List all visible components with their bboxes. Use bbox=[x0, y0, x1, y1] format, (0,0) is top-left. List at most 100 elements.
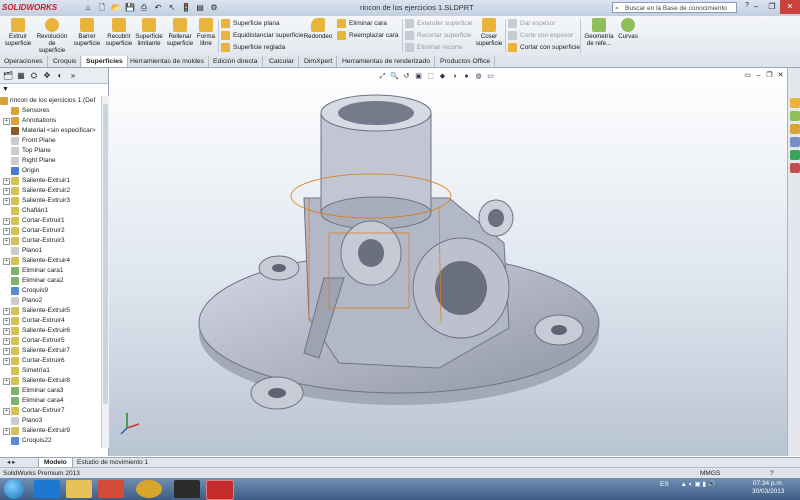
tree-item[interactable]: Right Plane bbox=[0, 156, 100, 166]
edit-appearance-icon[interactable]: ● bbox=[462, 72, 471, 81]
design-library-icon[interactable] bbox=[789, 111, 800, 121]
tree-item[interactable]: + Saliente-Extruir5 bbox=[0, 306, 100, 316]
tree-item[interactable]: Plano2 bbox=[0, 296, 100, 306]
superficie-limitante-button[interactable]: Superficie limitante bbox=[134, 18, 164, 47]
clock[interactable]: 07:34 p.m. 30/03/2013 bbox=[752, 480, 785, 496]
tree-item[interactable]: Croquis9 bbox=[0, 286, 100, 296]
tree-item[interactable]: + Saliente-Extruir8 bbox=[0, 376, 100, 386]
minimize-icon[interactable]: – bbox=[748, 0, 764, 14]
cortar-con-superficie-button[interactable]: Cortar con superficie bbox=[508, 42, 580, 53]
tree-item[interactable]: Croquis22 bbox=[0, 436, 100, 446]
graphics-area[interactable] bbox=[109, 68, 787, 456]
tree-root[interactable]: rincon de los ejercicios 1 (Def bbox=[0, 96, 100, 106]
apply-scene-icon[interactable]: ◍ bbox=[474, 72, 483, 81]
tree-item[interactable]: + Annotations bbox=[0, 116, 100, 126]
extender-superficie-button[interactable]: Extender superficie bbox=[405, 18, 473, 29]
tree-item[interactable]: Eliminar cara2 bbox=[0, 276, 100, 286]
tree-item[interactable]: + Saliente-Extruir2 bbox=[0, 186, 100, 196]
hide-show-icon[interactable]: ◑ bbox=[450, 72, 459, 81]
tree-item[interactable]: + Cortar-Extruir1 bbox=[0, 216, 100, 226]
barrer-superficie-button[interactable]: Barrer superficie bbox=[71, 18, 103, 47]
tree-item[interactable]: Chaflán1 bbox=[0, 206, 100, 216]
viewport-maximize-icon[interactable]: ❐ bbox=[765, 71, 774, 80]
tree-item[interactable]: Simetría1 bbox=[0, 366, 100, 376]
tree-item[interactable]: + Saliente-Extruir4 bbox=[0, 256, 100, 266]
eliminar-cara-button[interactable]: Eliminar cara bbox=[337, 18, 387, 29]
resources-icon[interactable] bbox=[789, 98, 800, 108]
undo-icon[interactable]: ↶ bbox=[152, 2, 164, 13]
scrollbar-thumb[interactable] bbox=[103, 104, 108, 404]
expand-icon[interactable]: + bbox=[3, 328, 10, 335]
property-manager-tab-icon[interactable]: ▦ bbox=[15, 70, 27, 81]
curvas-button[interactable]: Curvas bbox=[617, 18, 639, 40]
dimxpert-manager-tab-icon[interactable]: ✥ bbox=[41, 70, 53, 81]
extruir-superficie-button[interactable]: Extruir superficie bbox=[3, 18, 33, 47]
tree-item[interactable]: Plano1 bbox=[0, 246, 100, 256]
file-properties-icon[interactable]: ▤ bbox=[194, 2, 206, 13]
tree-item[interactable]: Front Plane bbox=[0, 136, 100, 146]
tab-edicion-directa[interactable]: Edición directa bbox=[209, 56, 263, 67]
custom-properties-icon[interactable] bbox=[789, 163, 800, 173]
tree-item[interactable]: + Saliente-Extruir1 bbox=[0, 176, 100, 186]
reemplazar-cara-button[interactable]: Reemplazar cara bbox=[337, 30, 399, 41]
tree-item[interactable]: + Cortar-Extruir3 bbox=[0, 236, 100, 246]
view-settings-icon[interactable]: ▭ bbox=[486, 72, 495, 81]
viewport-restore-icon[interactable]: ▭ bbox=[743, 71, 752, 80]
section-view-icon[interactable]: ▣ bbox=[414, 72, 423, 81]
expand-icon[interactable]: + bbox=[3, 308, 10, 315]
tree-item[interactable]: + Saliente-Extruir7 bbox=[0, 346, 100, 356]
x-app-icon[interactable] bbox=[174, 480, 200, 498]
tray-icons[interactable]: ▲ ◐ ▣ ▮ 🔊 bbox=[680, 481, 715, 488]
expand-icon[interactable]: + bbox=[3, 228, 10, 235]
forma-libre-button[interactable]: Forma libre bbox=[196, 18, 216, 47]
file-explorer-icon[interactable] bbox=[789, 124, 800, 134]
superficie-reglada-button[interactable]: Superficie reglada bbox=[221, 42, 285, 53]
knowledge-search-input[interactable]: ⌕ Buscar en la Base de conocimiento bbox=[612, 2, 737, 13]
expand-icon[interactable]: + bbox=[3, 198, 10, 205]
select-icon[interactable]: ↖ bbox=[166, 2, 178, 13]
eliminar-recorte-button[interactable]: Eliminar recorte bbox=[405, 42, 463, 53]
home-icon[interactable]: ⌂ bbox=[82, 2, 94, 13]
revolucion-superficie-button[interactable]: Revolución de superficie bbox=[35, 18, 69, 54]
feature-manager-tab-icon[interactable]: 🗂 bbox=[2, 70, 14, 81]
tree-scrollbar[interactable] bbox=[101, 96, 109, 448]
rellenar-superficie-button[interactable]: Rellenar superficie bbox=[165, 18, 195, 47]
open-icon[interactable]: 📂 bbox=[110, 2, 122, 13]
new-icon[interactable]: 🗋 bbox=[96, 2, 108, 13]
expand-icon[interactable]: + bbox=[3, 188, 10, 195]
tab-superficies[interactable]: Superficies bbox=[82, 56, 128, 67]
viewport-minimize-icon[interactable]: – bbox=[754, 71, 763, 80]
tree-item[interactable]: + Cortar-Extruir7 bbox=[0, 406, 100, 416]
display-manager-tab-icon[interactable]: ◐ bbox=[54, 70, 66, 81]
tree-item[interactable]: Top Plane bbox=[0, 146, 100, 156]
expand-icon[interactable]: + bbox=[3, 428, 10, 435]
tree-item[interactable]: + Saliente-Extruir9 bbox=[0, 426, 100, 436]
recortar-superficie-button[interactable]: Recortar superficie bbox=[405, 30, 472, 41]
tree-item[interactable]: Eliminar cara4 bbox=[0, 396, 100, 406]
tree-item[interactable]: + Cortar-Extruir6 bbox=[0, 356, 100, 366]
save-icon[interactable]: 💾 bbox=[124, 2, 136, 13]
tree-item[interactable]: Material <sin especificar> bbox=[0, 126, 100, 136]
view-orientation-icon[interactable]: ⬚ bbox=[426, 72, 435, 81]
tree-item[interactable]: + Cortar-Extruir4 bbox=[0, 316, 100, 326]
expand-icon[interactable]: + bbox=[3, 358, 10, 365]
language-indicator[interactable]: ES bbox=[660, 481, 669, 488]
configuration-manager-tab-icon[interactable]: ⛭ bbox=[28, 70, 40, 81]
dar-espesor-button[interactable]: Dar espesor bbox=[508, 18, 555, 29]
tab-herramientas-renderizado[interactable]: Herramientas de renderizado bbox=[338, 56, 436, 67]
tree-item[interactable]: + Saliente-Extruir3 bbox=[0, 196, 100, 206]
tab-dimxpert[interactable]: DimXpert bbox=[300, 56, 338, 67]
tab-calcular[interactable]: Calcular bbox=[265, 56, 299, 67]
tree-item[interactable]: Eliminar cara3 bbox=[0, 386, 100, 396]
expand-icon[interactable]: + bbox=[3, 338, 10, 345]
display-style-icon[interactable]: ◆ bbox=[438, 72, 447, 81]
expand-icon[interactable]: + bbox=[3, 178, 10, 185]
tree-item[interactable]: + Cortar-Extruir2 bbox=[0, 226, 100, 236]
tree-item[interactable]: Sensores bbox=[0, 106, 100, 116]
tab-croquis[interactable]: Croquis bbox=[49, 56, 82, 67]
ie-icon[interactable] bbox=[34, 480, 60, 498]
chrome-icon[interactable] bbox=[136, 480, 162, 498]
tab-herramientas-moldes[interactable]: Herramientas de moldes bbox=[126, 56, 210, 67]
superficie-plana-button[interactable]: Superficie plana bbox=[221, 18, 280, 29]
expand-icon[interactable]: + bbox=[3, 318, 10, 325]
